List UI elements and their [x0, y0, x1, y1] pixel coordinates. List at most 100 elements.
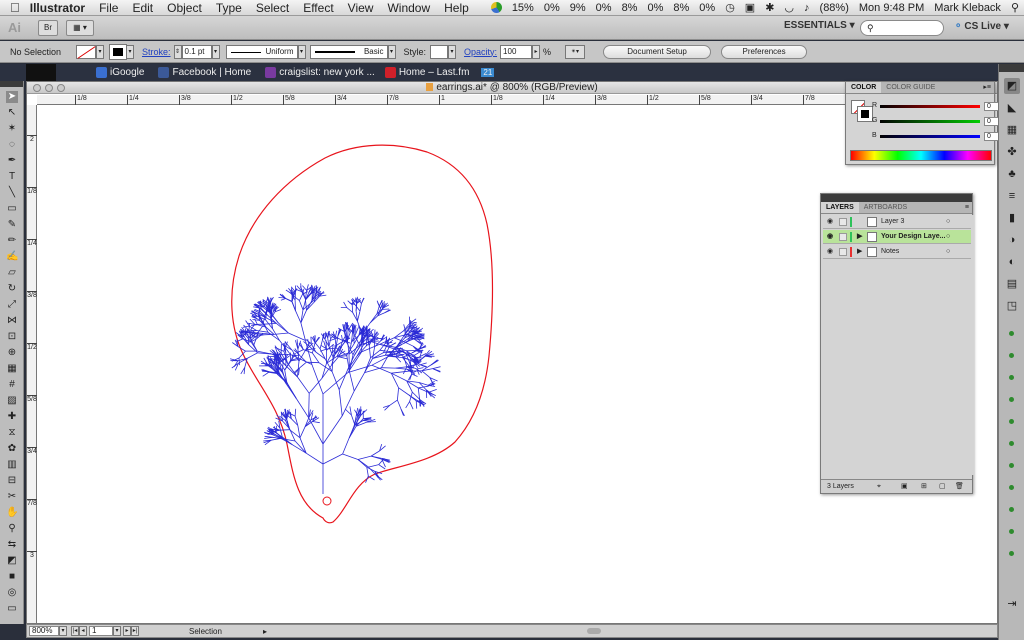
lasso-tool-icon[interactable]: ◌	[6, 139, 18, 151]
app-menu[interactable]: Illustrator	[26, 1, 92, 15]
artboard-field[interactable]: 1	[89, 626, 113, 636]
zoom-tool-icon[interactable]: ⚲	[6, 523, 18, 535]
bookmark-igoogle[interactable]: iGoogle	[96, 66, 144, 78]
color-fill-stroke-proxy[interactable]	[851, 100, 873, 122]
blob-brush-tool-icon[interactable]: ✍	[6, 251, 18, 263]
menu-type[interactable]: Type	[209, 1, 249, 15]
bookmark-lastfm[interactable]: Home – Last.fm	[384, 66, 469, 78]
make-clipping-mask-icon[interactable]: ▣	[901, 480, 908, 493]
stroke-weight-dropdown[interactable]: ▾	[211, 44, 220, 59]
bridge-button[interactable]: Br	[38, 19, 58, 36]
tab-color-guide[interactable]: COLOR GUIDE	[881, 82, 940, 93]
preferences-button[interactable]: Preferences	[721, 44, 808, 59]
paintbrush-tool-icon[interactable]: ✎	[6, 219, 18, 231]
clock[interactable]: Mon 9:48 PM	[854, 2, 929, 14]
menu-effect[interactable]: Effect	[296, 1, 340, 15]
bookmark-facebook[interactable]: Facebook | Home	[158, 66, 251, 78]
vertical-ruler[interactable]: 2 1/8 1/4 3/8 1/2 5/8 3/4 7/8 3	[27, 105, 37, 623]
red-slider-bar[interactable]	[880, 105, 980, 108]
fill-swatch[interactable]	[76, 44, 96, 59]
panel-menu-icon[interactable]: ▸≡	[983, 82, 994, 93]
perspective-grid-tool-icon[interactable]: ▦	[6, 363, 18, 375]
fill-dropdown[interactable]: ▾	[96, 44, 104, 59]
bookmark-craigslist[interactable]: craigslist: new york ...	[265, 66, 375, 78]
pencil-tool-icon[interactable]: ✏	[6, 235, 18, 247]
zoom-field[interactable]: 800%	[29, 626, 59, 636]
magic-wand-tool-icon[interactable]: ✶	[6, 123, 18, 135]
appearance-icon[interactable]: ◐	[1004, 254, 1020, 270]
green-slider[interactable]: G 0	[872, 117, 1006, 127]
symbols-icon[interactable]: ♣	[1004, 166, 1020, 182]
stroke-weight-field[interactable]: 0.1 pt	[181, 44, 212, 59]
brush-definition[interactable]: Basic	[309, 44, 388, 59]
battery-status[interactable]: (88%)	[815, 2, 854, 14]
lock-toggle[interactable]	[839, 233, 847, 241]
display-icon[interactable]: ▣	[740, 1, 760, 14]
profile-dropdown[interactable]: ▾	[297, 44, 306, 59]
new-layer-icon[interactable]: ▢	[939, 480, 946, 493]
zoom-dropdown[interactable]: ▾	[59, 626, 67, 636]
layers-icon[interactable]: ◳	[1004, 298, 1020, 314]
next-artboard-button[interactable]: ▸	[123, 626, 131, 636]
recolor-artwork-icon[interactable]: ✴▾	[565, 44, 586, 59]
horizontal-scrollbar-thumb[interactable]	[587, 628, 602, 634]
menu-object[interactable]: Object	[160, 1, 209, 15]
visibility-eye-icon[interactable]: ◉	[827, 230, 833, 244]
stroke-dropdown[interactable]: ▾	[126, 44, 134, 59]
visibility-eye-icon[interactable]: ◉	[827, 245, 833, 259]
graph-tool-icon[interactable]: ▥	[6, 459, 18, 471]
layer-row[interactable]: ◉ ▶ Notes ○	[823, 245, 971, 259]
screen-mode-icon[interactable]: ▭	[6, 603, 18, 615]
select-tool-icon[interactable]: ➤	[6, 91, 18, 103]
transparency-icon[interactable]: ◑	[1004, 232, 1020, 248]
locate-object-icon[interactable]: ⌖	[877, 480, 881, 493]
green-slider-bar[interactable]	[880, 120, 980, 123]
red-slider[interactable]: R 0	[872, 102, 1006, 112]
stroke-icon[interactable]: ≡	[1004, 188, 1020, 204]
activity-monitor-icon[interactable]	[486, 2, 507, 14]
hand-tool-icon[interactable]: ✋	[6, 507, 18, 519]
slice-tool-icon[interactable]: ✂	[6, 491, 18, 503]
fill-stroke-proxy-icon[interactable]: ◩	[6, 555, 18, 567]
stroke-label-link[interactable]: Stroke:	[142, 47, 171, 57]
brushes-icon[interactable]: ✤	[1004, 144, 1020, 160]
minimize-window-button[interactable]	[45, 84, 53, 92]
menu-help[interactable]: Help	[437, 1, 476, 15]
apple-menu-icon[interactable]: 	[0, 0, 26, 15]
stroke-swatch[interactable]	[109, 43, 127, 60]
symbol-sprayer-tool-icon[interactable]: ✿	[6, 443, 18, 455]
expand-triangle-icon[interactable]: ▶	[857, 230, 862, 244]
gradient-tool-icon[interactable]: ▨	[6, 395, 18, 407]
swap-fill-stroke-icon[interactable]: ⇆	[6, 539, 18, 551]
expand-panels-icon[interactable]: ⇥	[1004, 596, 1020, 612]
mesh-tool-icon[interactable]: #	[6, 379, 18, 391]
target-circle-icon[interactable]: ○	[946, 230, 950, 244]
eraser-tool-icon[interactable]: ▱	[6, 267, 18, 279]
target-circle-icon[interactable]: ○	[946, 215, 950, 229]
new-sublayer-icon[interactable]: ⊞	[921, 480, 927, 493]
swatches-icon[interactable]: ▦	[1004, 122, 1020, 138]
scale-tool-icon[interactable]: ⤢	[6, 299, 18, 311]
color-guide-icon[interactable]: ◣	[1004, 100, 1020, 116]
menu-window[interactable]: Window	[380, 1, 437, 15]
last-artboard-button[interactable]: ▸|	[131, 626, 139, 636]
pen-tool-icon[interactable]: ✒	[6, 155, 18, 167]
tab-color[interactable]: COLOR	[846, 82, 882, 93]
brush-dropdown[interactable]: ▾	[387, 44, 396, 59]
artboard-dropdown[interactable]: ▾	[113, 626, 121, 636]
calendar-badge[interactable]: 21	[481, 68, 495, 77]
draw-mode-icon[interactable]: ◎	[6, 587, 18, 599]
earring-artwork[interactable]	[227, 144, 507, 544]
first-artboard-button[interactable]: |◂	[71, 626, 79, 636]
blue-slider-bar[interactable]	[880, 135, 980, 138]
layer-row[interactable]: ◉ ▶ Your Design Laye... ○	[823, 230, 971, 244]
visibility-eye-icon[interactable]: ◉	[827, 215, 833, 229]
menu-edit[interactable]: Edit	[125, 1, 160, 15]
line-tool-icon[interactable]: ╲	[6, 187, 18, 199]
document-setup-button[interactable]: Document Setup	[603, 44, 712, 59]
tab-layers[interactable]: LAYERS	[821, 202, 859, 213]
rotate-tool-icon[interactable]: ↻	[6, 283, 18, 295]
delete-layer-icon[interactable]: 🗑	[955, 480, 964, 493]
stroke-weight-stepper[interactable]: ⇕	[173, 44, 182, 59]
close-window-button[interactable]	[33, 84, 41, 92]
